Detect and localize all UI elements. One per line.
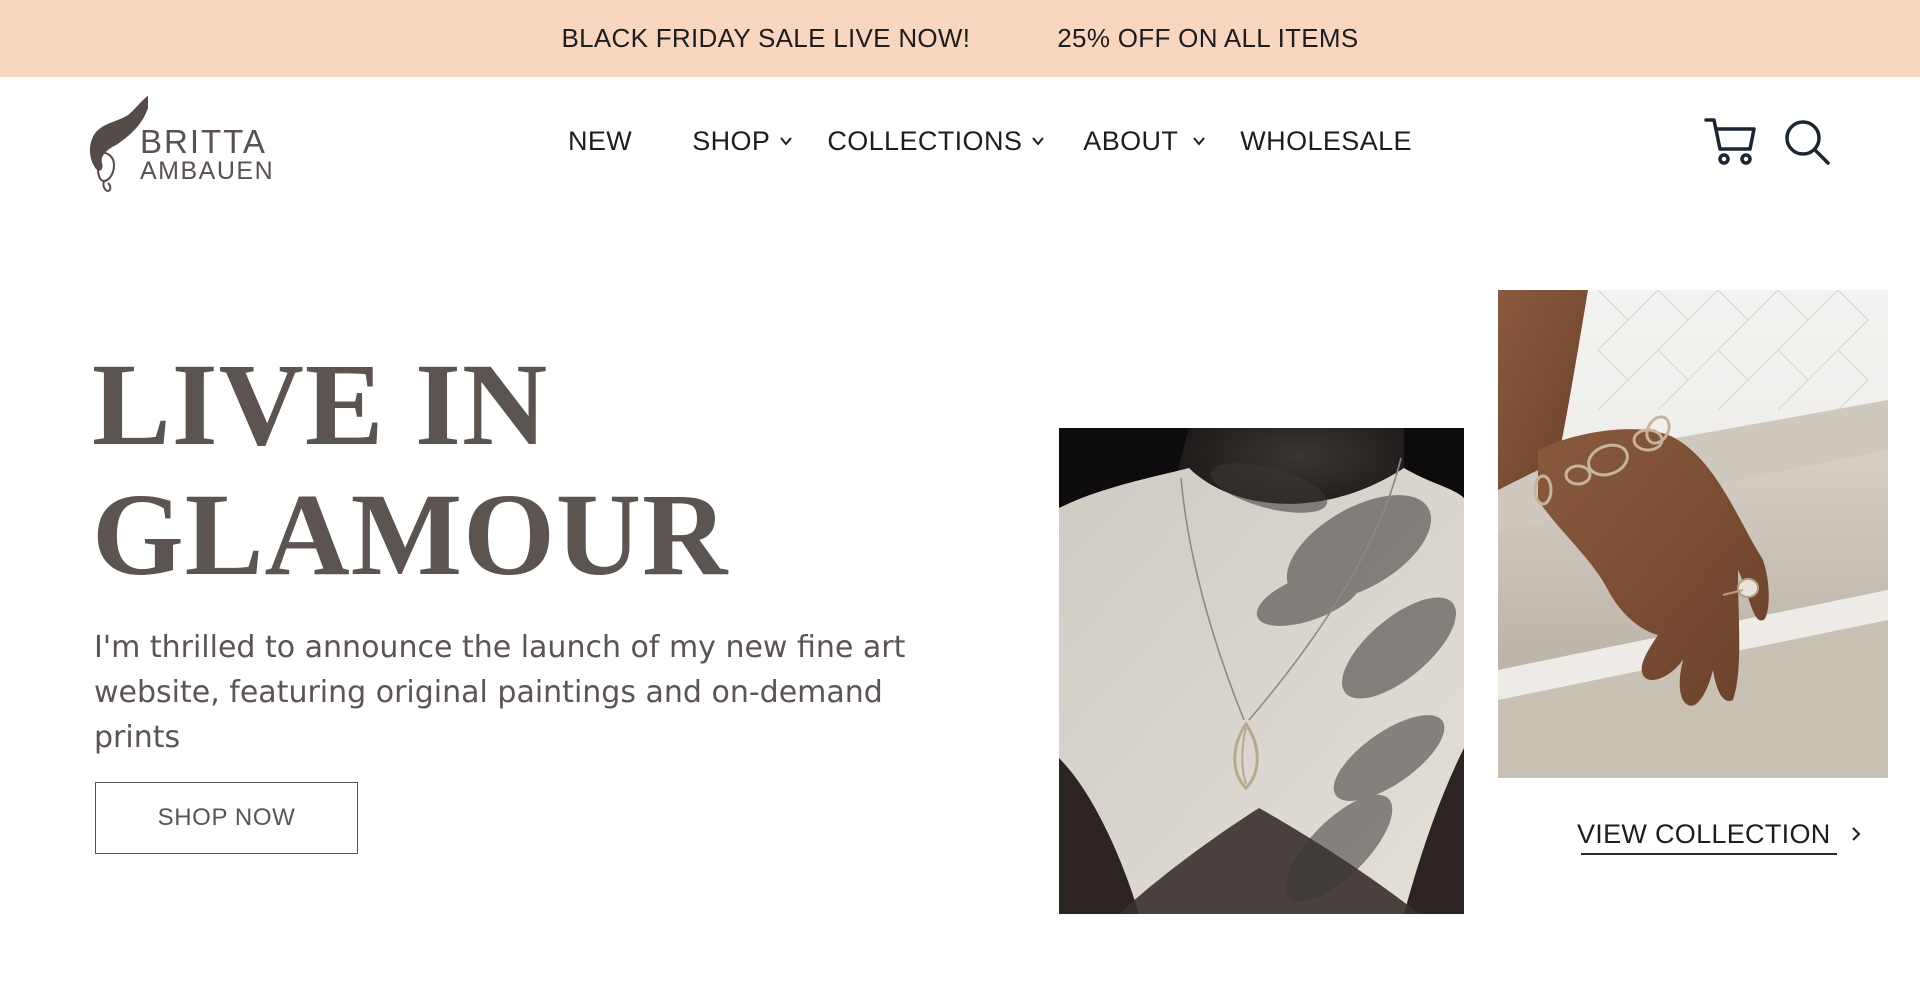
view-collection-underline	[1581, 853, 1837, 855]
necklace-photo	[1059, 428, 1464, 914]
nav-item-collections[interactable]: COLLECTIONS	[827, 126, 1045, 157]
chevron-down-icon	[1193, 137, 1206, 146]
bracelet-photo	[1498, 290, 1888, 778]
site-header: BRITTA AMBAUEN NEW SHOP COLLECTIONS ABOU…	[0, 77, 1920, 207]
necklace-product-image[interactable]	[1059, 428, 1464, 914]
nav-item-label: ABOUT	[1083, 125, 1179, 156]
announcement-sale-text: BLACK FRIDAY SALE LIVE NOW!	[561, 23, 971, 53]
hero-title: LIVE IN GLAMOUR	[92, 340, 728, 600]
view-collection-label: VIEW COLLECTION	[1577, 818, 1831, 849]
bracelet-product-image[interactable]	[1498, 290, 1888, 778]
nav-item-label: WHOLESALE	[1240, 125, 1412, 156]
nav-item-label: NEW	[568, 125, 633, 156]
nav-item-wholesale[interactable]: WHOLESALE	[1240, 126, 1412, 157]
nav-item-label: SHOP	[692, 125, 771, 156]
shop-now-button[interactable]: SHOP NOW	[95, 782, 358, 854]
logo-hair-icon	[89, 89, 158, 193]
hero-description: I'm thrilled to announce the launch of m…	[94, 630, 906, 755]
nav-item-about[interactable]: ABOUT	[1083, 126, 1206, 157]
cart-icon[interactable]	[1704, 115, 1758, 167]
logo-wordmark: BRITTA AMBAUEN	[140, 125, 274, 184]
search-icon[interactable]	[1782, 117, 1832, 167]
nav-item-shop[interactable]: SHOP	[692, 126, 793, 157]
logo-line-1: BRITTA	[140, 123, 267, 160]
announcement-discount-text: 25% OFF ON ALL ITEMS	[1057, 23, 1359, 53]
view-collection-link[interactable]: VIEW COLLECTION	[1577, 812, 1863, 856]
nav-item-label: COLLECTIONS	[827, 125, 1023, 156]
main-nav: NEW SHOP COLLECTIONS ABOUT WHOLESALE	[568, 117, 1412, 165]
chevron-right-icon	[1851, 827, 1860, 841]
brand-logo[interactable]: BRITTA AMBAUEN	[88, 87, 273, 199]
logo-line-2: AMBAUEN	[140, 157, 275, 185]
chevron-down-icon	[1032, 137, 1045, 146]
nav-item-new[interactable]: NEW	[568, 126, 632, 157]
announcement-bar: BLACK FRIDAY SALE LIVE NOW! 25% OFF ON A…	[0, 0, 1920, 77]
chevron-down-icon	[780, 137, 793, 146]
hero-title-line-1: LIVE IN	[92, 339, 549, 470]
hero-title-line-2: GLAMOUR	[92, 469, 729, 600]
